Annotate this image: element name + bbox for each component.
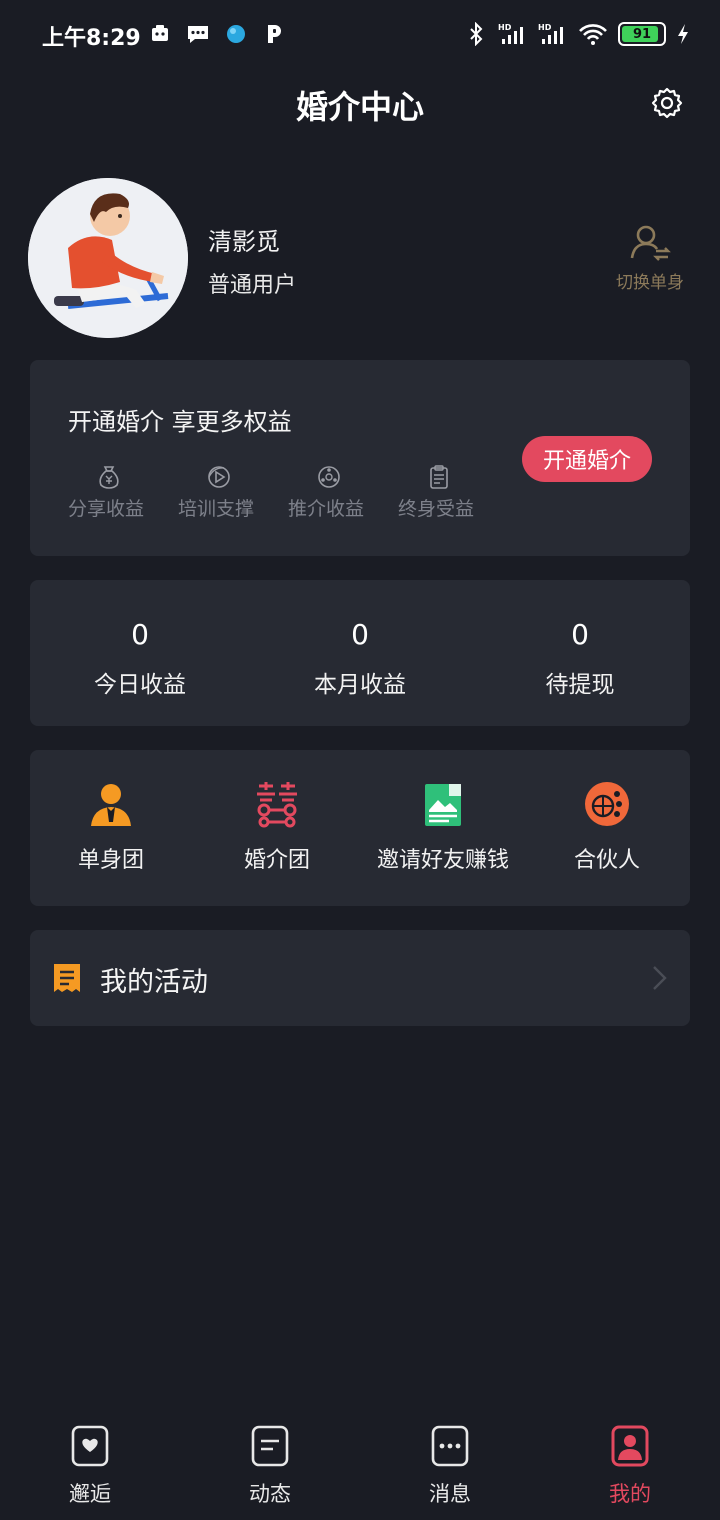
feature-matchmaking-group[interactable]: 婚介团 xyxy=(192,750,362,906)
partner-globe-icon xyxy=(585,782,629,826)
chat-notification-icon xyxy=(186,22,210,46)
vip-promo-card: 开通婚介 享更多权益 分享收益 培训支撑 推介收益 终身受益 开通婚介 xyxy=(30,360,690,556)
stat-label: 本月收益 xyxy=(314,672,406,698)
app-notification-icon xyxy=(148,22,172,46)
notification-icons xyxy=(148,22,286,46)
nav-item-mine[interactable]: 我的 xyxy=(540,1408,720,1520)
feature-label: 单身团 xyxy=(77,848,144,873)
status-bar: 上午8:29 HD HD 91 xyxy=(0,0,720,70)
wifi-icon xyxy=(578,22,608,46)
clipboard-icon xyxy=(430,465,448,489)
benefit-label: 分享收益 xyxy=(68,498,145,520)
feature-invite-friends[interactable]: 邀请好友赚钱 xyxy=(362,750,524,906)
nav-item-messages[interactable]: 消息 xyxy=(360,1408,540,1520)
stat-label: 待提现 xyxy=(545,672,615,698)
heart-icon xyxy=(71,1425,109,1467)
svg-text:HD: HD xyxy=(498,23,512,32)
signal-hd-icon-2: HD xyxy=(538,22,568,46)
feature-partner[interactable]: 合伙人 xyxy=(524,750,690,906)
feature-singles-group[interactable]: 单身团 xyxy=(30,750,192,906)
person-icon xyxy=(91,784,131,826)
bottom-nav: 邂逅 动态 消息 我的 xyxy=(0,1408,720,1520)
settings-button[interactable] xyxy=(650,86,684,120)
stat-pending-withdraw[interactable]: 0 待提现 xyxy=(470,580,690,726)
video-icon xyxy=(208,466,230,488)
vip-benefits-list: 分享收益 培训支撑 推介收益 终身受益 xyxy=(68,464,508,521)
double-happiness-icon xyxy=(257,782,297,828)
avatar[interactable] xyxy=(28,178,188,338)
username: 清影觅 xyxy=(208,228,280,256)
stat-today-income[interactable]: 0 今日收益 xyxy=(30,580,250,726)
feature-label: 邀请好友赚钱 xyxy=(376,848,509,873)
message-icon xyxy=(431,1425,469,1467)
benefit-label: 培训支撑 xyxy=(178,498,255,520)
open-matchmaking-button[interactable]: 开通婚介 xyxy=(522,436,652,482)
blue-app-icon xyxy=(224,22,248,46)
stat-month-income[interactable]: 0 本月收益 xyxy=(250,580,470,726)
vip-promo-title: 开通婚介 享更多权益 xyxy=(68,408,292,436)
stat-value: 0 xyxy=(351,618,369,651)
battery-icon: 91 xyxy=(618,22,666,46)
p-app-icon xyxy=(262,22,286,46)
invite-image-icon xyxy=(425,784,461,826)
feed-icon xyxy=(251,1425,289,1467)
stat-value: 0 xyxy=(571,618,589,651)
nav-label: 动态 xyxy=(249,1482,291,1506)
receipt-icon xyxy=(54,964,80,992)
money-bag-icon xyxy=(99,466,119,489)
cyclist-avatar-icon xyxy=(28,178,188,338)
benefit-share-income: 分享收益 xyxy=(68,464,178,521)
switch-single-button[interactable]: 切换单身 xyxy=(610,222,690,293)
gear-icon xyxy=(651,87,683,119)
benefit-training: 培训支撑 xyxy=(178,464,288,521)
system-icons: HD HD 91 xyxy=(464,22,690,46)
signal-hd-icon-1: HD xyxy=(498,22,528,46)
charging-icon xyxy=(676,22,690,46)
nav-item-feed[interactable]: 动态 xyxy=(180,1408,360,1520)
benefit-lifetime: 终身受益 xyxy=(398,464,508,521)
switch-user-icon xyxy=(630,225,671,261)
feature-label: 婚介团 xyxy=(243,848,310,873)
profile-icon xyxy=(611,1425,649,1467)
feature-label: 合伙人 xyxy=(573,848,640,873)
benefit-referral-income: 推介收益 xyxy=(288,464,398,521)
user-type: 普通用户 xyxy=(208,273,297,298)
network-icon xyxy=(318,466,340,488)
nav-label: 邂逅 xyxy=(69,1482,111,1506)
status-time: 上午8:29 xyxy=(42,26,141,51)
stat-label: 今日收益 xyxy=(94,672,186,698)
switch-single-label: 切换单身 xyxy=(616,273,684,293)
my-activities-row[interactable]: 我的活动 xyxy=(30,930,690,1026)
svg-text:HD: HD xyxy=(538,23,552,32)
battery-level: 91 xyxy=(632,26,652,42)
chevron-right-icon xyxy=(653,966,667,990)
nav-label: 我的 xyxy=(609,1482,651,1506)
benefit-label: 推介收益 xyxy=(288,498,365,520)
benefit-label: 终身受益 xyxy=(398,498,475,520)
screen: 上午8:29 HD HD 91 婚介中心 清影觅 普通用户 切换单身 开通婚介 … xyxy=(0,0,720,1520)
stat-value: 0 xyxy=(131,618,149,651)
feature-grid: 单身团 婚介团 邀请好友赚钱 合伙人 xyxy=(30,750,690,906)
my-activities-label: 我的活动 xyxy=(100,967,208,998)
nav-label: 消息 xyxy=(429,1482,471,1506)
page-title: 婚介中心 xyxy=(295,88,424,126)
bluetooth-icon xyxy=(464,22,488,46)
earnings-card: 0 今日收益 0 本月收益 0 待提现 xyxy=(30,580,690,726)
nav-item-encounter[interactable]: 邂逅 xyxy=(0,1408,180,1520)
